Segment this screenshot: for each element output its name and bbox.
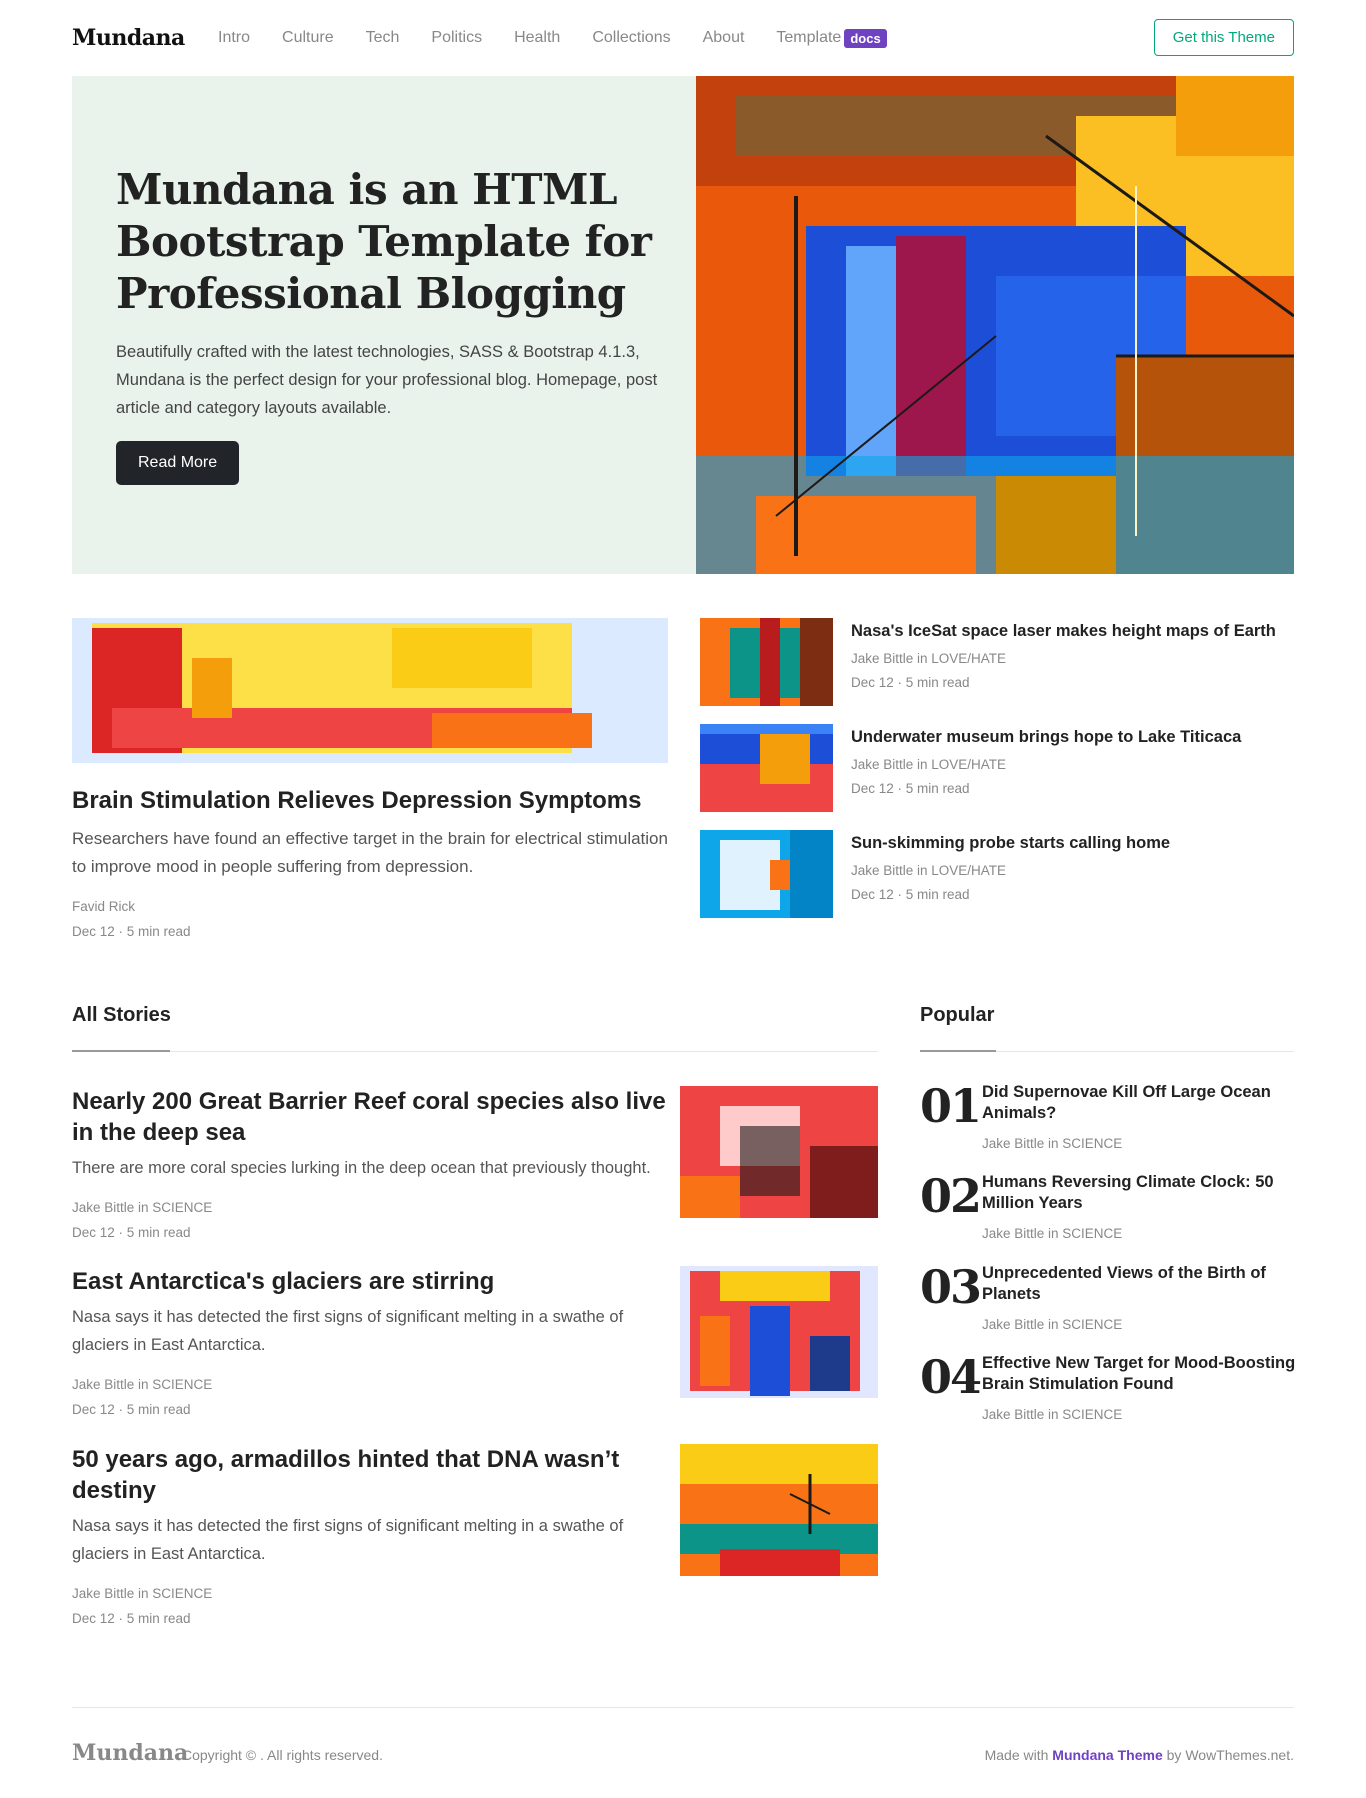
read-more-button[interactable]: Read More bbox=[116, 441, 240, 485]
side-post-title[interactable]: Underwater museum brings hope to Lake Ti… bbox=[851, 726, 1241, 748]
footer-made-suffix: by WowThemes.net. bbox=[1166, 1747, 1294, 1763]
hero-text-panel: Mundana is an HTML Bootstrap Template fo… bbox=[72, 76, 696, 574]
all-stories-heading: All Stories bbox=[72, 1004, 171, 1026]
hero-section: Mundana is an HTML Bootstrap Template fo… bbox=[72, 76, 1294, 574]
menu-item-about[interactable]: About bbox=[703, 29, 745, 47]
docs-badge: docs bbox=[844, 28, 887, 48]
all-stories-accent bbox=[72, 1050, 170, 1052]
featured-post[interactable]: Brain Stimulation Relieves Depression Sy… bbox=[72, 618, 668, 939]
story-author: Jake Bittle in SCIENCE bbox=[72, 1586, 213, 1601]
featured-description: Researchers have found an effective targ… bbox=[72, 829, 668, 876]
menu-item-health[interactable]: Health bbox=[514, 29, 560, 47]
popular-title[interactable]: Unprecedented Views of the Birth of Plan… bbox=[982, 1263, 1300, 1305]
footer: Mundana Copyright © . All rights reserve… bbox=[72, 1740, 1294, 1770]
hero-description: Beautifully crafted with the latest tech… bbox=[116, 343, 658, 417]
featured-author: Favid Rick bbox=[72, 899, 136, 914]
featured-date: Dec 12 · 5 min read bbox=[72, 924, 191, 939]
featured-image[interactable] bbox=[72, 618, 668, 763]
popular-item[interactable]: 03 Unprecedented Views of the Birth of P… bbox=[920, 1263, 1294, 1333]
top-navbar: Mundana Intro Culture Tech Politics Heal… bbox=[72, 18, 1294, 58]
get-theme-button[interactable]: Get this Theme bbox=[1153, 19, 1294, 56]
side-posts-list: Nasa's IceSat space laser makes height m… bbox=[700, 618, 1294, 936]
story-description: There are more coral species lurking in … bbox=[72, 1159, 651, 1177]
popular-rank: 03 bbox=[920, 1260, 982, 1314]
side-post[interactable]: Nasa's IceSat space laser makes height m… bbox=[700, 618, 1294, 706]
menu-item-intro[interactable]: Intro bbox=[218, 29, 250, 47]
story-description: Nasa says it has detected the first sign… bbox=[72, 1308, 624, 1354]
side-post-image[interactable] bbox=[700, 830, 833, 918]
story-title[interactable]: East Antarctica's glaciers are stirring bbox=[72, 1266, 672, 1297]
footer-copyright: Copyright © . All rights reserved. bbox=[182, 1747, 383, 1763]
brand-logo[interactable]: Mundana bbox=[72, 25, 218, 51]
story-item[interactable]: 50 years ago, armadillos hinted that DNA… bbox=[72, 1444, 878, 1626]
story-image[interactable] bbox=[680, 1444, 878, 1576]
menu-item-politics[interactable]: Politics bbox=[431, 29, 482, 47]
side-post-title[interactable]: Sun-skimming probe starts calling home bbox=[851, 832, 1170, 854]
popular-rank: 02 bbox=[920, 1169, 982, 1223]
mundana-theme-link[interactable]: Mundana Theme bbox=[1052, 1747, 1162, 1763]
story-image[interactable] bbox=[680, 1266, 878, 1398]
story-title[interactable]: 50 years ago, armadillos hinted that DNA… bbox=[72, 1444, 672, 1506]
story-title[interactable]: Nearly 200 Great Barrier Reef coral spec… bbox=[72, 1086, 672, 1148]
popular-title[interactable]: Did Supernovae Kill Off Large Ocean Anim… bbox=[982, 1082, 1300, 1124]
menu-item-template[interactable]: Template docs bbox=[776, 28, 887, 48]
side-post-date: Dec 12 · 5 min read bbox=[851, 887, 970, 902]
popular-author: Jake Bittle in SCIENCE bbox=[982, 1317, 1123, 1332]
story-date: Dec 12 · 5 min read bbox=[72, 1225, 191, 1240]
story-item[interactable]: East Antarctica's glaciers are stirring … bbox=[72, 1266, 878, 1417]
story-image[interactable] bbox=[680, 1086, 878, 1218]
menu-item-template-label: Template bbox=[776, 29, 842, 46]
side-post-image[interactable] bbox=[700, 724, 833, 812]
story-date: Dec 12 · 5 min read bbox=[72, 1611, 191, 1626]
popular-title[interactable]: Effective New Target for Mood-Boosting B… bbox=[982, 1353, 1300, 1395]
side-post-title[interactable]: Nasa's IceSat space laser makes height m… bbox=[851, 620, 1276, 642]
side-post-author: Jake Bittle in LOVE/HATE bbox=[851, 651, 1007, 666]
side-post-date: Dec 12 · 5 min read bbox=[851, 675, 970, 690]
popular-item[interactable]: 01 Did Supernovae Kill Off Large Ocean A… bbox=[920, 1082, 1294, 1152]
side-post-author: Jake Bittle in LOVE/HATE bbox=[851, 863, 1007, 878]
popular-item[interactable]: 04 Effective New Target for Mood-Boostin… bbox=[920, 1350, 1295, 1423]
hero-title: Mundana is an HTML Bootstrap Template fo… bbox=[116, 165, 652, 318]
footer-credits: Made with Mundana Theme by WowThemes.net… bbox=[985, 1747, 1294, 1763]
footer-divider bbox=[72, 1707, 1294, 1708]
popular-rank: 01 bbox=[920, 1079, 982, 1133]
menu-item-culture[interactable]: Culture bbox=[282, 29, 334, 47]
side-post[interactable]: Underwater museum brings hope to Lake Ti… bbox=[700, 724, 1294, 812]
popular-author: Jake Bittle in SCIENCE bbox=[982, 1226, 1123, 1241]
popular-item[interactable]: 02 Humans Reversing Climate Clock: 50 Mi… bbox=[920, 1172, 1294, 1242]
popular-rank: 04 bbox=[920, 1350, 982, 1404]
story-description: Nasa says it has detected the first sign… bbox=[72, 1517, 624, 1563]
side-post-date: Dec 12 · 5 min read bbox=[851, 781, 970, 796]
main-menu: Intro Culture Tech Politics Health Colle… bbox=[218, 28, 887, 48]
popular-title[interactable]: Humans Reversing Climate Clock: 50 Milli… bbox=[982, 1172, 1300, 1214]
menu-item-tech[interactable]: Tech bbox=[366, 29, 400, 47]
footer-brand[interactable]: Mundana bbox=[72, 1740, 188, 1766]
popular-author: Jake Bittle in SCIENCE bbox=[982, 1407, 1123, 1422]
side-post-author: Jake Bittle in LOVE/HATE bbox=[851, 757, 1007, 772]
hero-image bbox=[696, 76, 1294, 574]
footer-made-prefix: Made with bbox=[984, 1747, 1049, 1763]
popular-heading: Popular bbox=[920, 1004, 995, 1026]
story-item[interactable]: Nearly 200 Great Barrier Reef coral spec… bbox=[72, 1086, 878, 1240]
menu-item-collections[interactable]: Collections bbox=[592, 29, 670, 47]
side-post-image[interactable] bbox=[700, 618, 833, 706]
popular-accent bbox=[920, 1050, 996, 1052]
featured-title[interactable]: Brain Stimulation Relieves Depression Sy… bbox=[72, 785, 668, 817]
side-post[interactable]: Sun-skimming probe starts calling home J… bbox=[700, 830, 1294, 918]
all-stories-divider bbox=[72, 1051, 878, 1052]
story-date: Dec 12 · 5 min read bbox=[72, 1402, 191, 1417]
popular-author: Jake Bittle in SCIENCE bbox=[982, 1136, 1123, 1151]
